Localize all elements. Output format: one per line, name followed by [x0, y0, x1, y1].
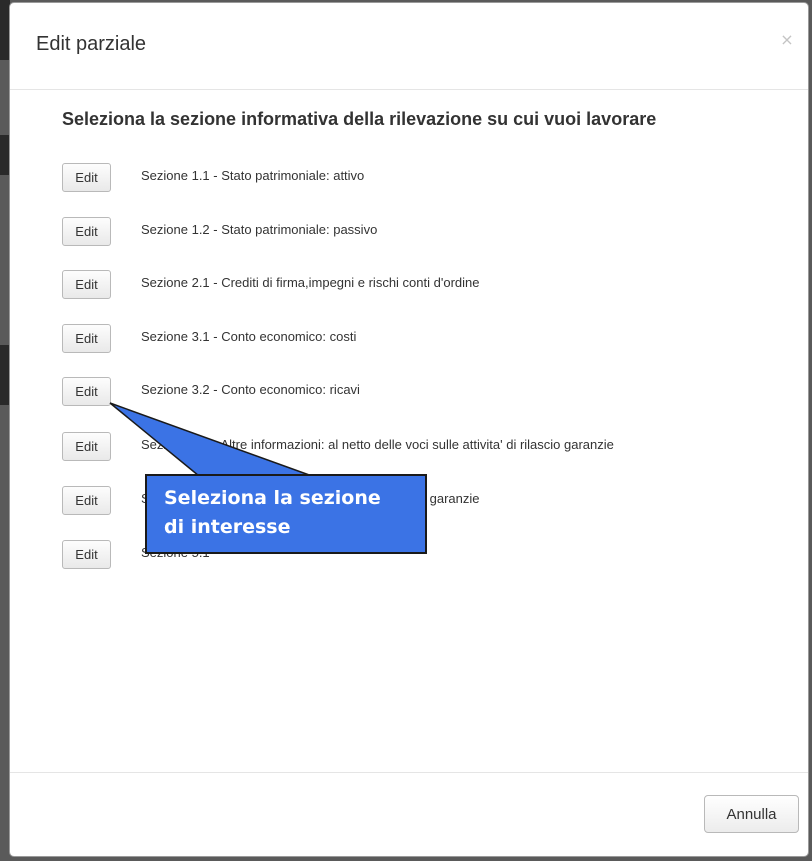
- callout-text-line1: Seleziona la sezione: [164, 487, 381, 509]
- callout-box: Seleziona la sezione di interesse: [145, 474, 427, 554]
- callout-text-line2: di interesse: [164, 516, 291, 538]
- callout-pointer-shape: [109, 402, 313, 477]
- callout-pointer: [109, 402, 313, 477]
